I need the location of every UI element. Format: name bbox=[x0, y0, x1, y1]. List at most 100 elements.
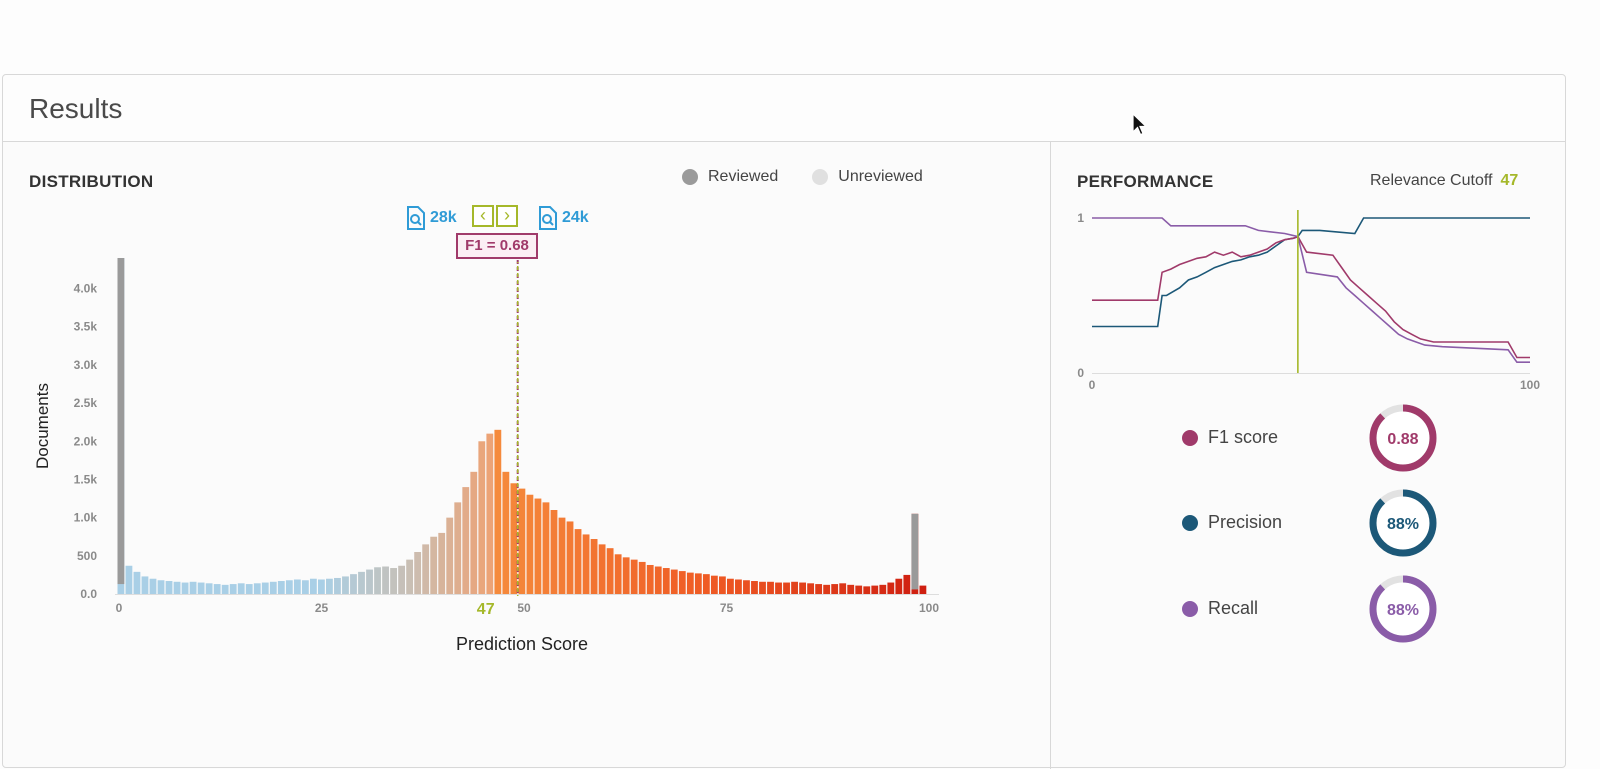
histogram-bar bbox=[670, 569, 678, 594]
histogram-bar bbox=[566, 521, 574, 594]
y-tick-label: 3.5k bbox=[74, 320, 98, 334]
histogram-bar bbox=[422, 544, 430, 594]
metric-donut: 88% bbox=[1369, 489, 1437, 557]
relevance-cutoff-label: Relevance Cutoff bbox=[1370, 172, 1493, 189]
histogram-bar bbox=[366, 569, 373, 594]
perf-y-tick-label: 1 bbox=[1077, 211, 1084, 225]
x-tick-label: 50 bbox=[517, 601, 531, 615]
histogram-bar bbox=[646, 564, 654, 594]
histogram-bar bbox=[438, 532, 446, 594]
histogram-bar bbox=[309, 578, 317, 594]
perf-y-tick-label: 0 bbox=[1077, 366, 1084, 380]
histogram-bar bbox=[783, 582, 790, 594]
metric-row: F1 score bbox=[1182, 427, 1278, 448]
performance-title: PERFORMANCE bbox=[1077, 172, 1214, 191]
histogram-bar bbox=[157, 580, 165, 594]
histogram-bar bbox=[919, 585, 927, 594]
y-tick-label: 1.0k bbox=[74, 511, 98, 525]
metric-value: 0.88 bbox=[1387, 431, 1418, 448]
histogram-bar bbox=[582, 534, 590, 594]
histogram-bar bbox=[638, 561, 646, 594]
y-tick-label: 0.0 bbox=[80, 587, 97, 601]
histogram-bar bbox=[197, 582, 205, 594]
relevance-cutoff[interactable]: Relevance Cutoff 47 bbox=[1370, 172, 1518, 190]
histogram-bar bbox=[614, 554, 622, 594]
x-tick-label: 100 bbox=[919, 601, 939, 615]
histogram-bar bbox=[358, 571, 365, 594]
distribution-chart: DocumentsPrediction Score0.05001.0k1.5k2… bbox=[33, 258, 939, 654]
metric-label: F1 score bbox=[1208, 427, 1279, 447]
histogram-bar bbox=[510, 483, 518, 594]
histogram-bar bbox=[847, 584, 855, 594]
histogram-bar bbox=[606, 548, 614, 594]
histogram-bar bbox=[229, 584, 237, 594]
histogram-bar bbox=[702, 574, 710, 594]
histogram-bar bbox=[542, 502, 550, 594]
y-tick-label: 1.5k bbox=[74, 472, 98, 486]
histogram-bar bbox=[149, 578, 157, 594]
x-axis-label: Prediction Score bbox=[456, 634, 588, 654]
histogram-bar bbox=[727, 578, 734, 594]
histogram-bar bbox=[205, 583, 213, 594]
histogram-bar bbox=[486, 433, 494, 594]
histogram-bar bbox=[550, 510, 558, 594]
histogram-bar bbox=[430, 536, 438, 594]
metric-value: 88% bbox=[1387, 602, 1419, 619]
histogram-bar bbox=[269, 581, 277, 594]
histogram-bar bbox=[406, 559, 414, 594]
metric-color-dot bbox=[1182, 600, 1198, 617]
histogram-bar bbox=[686, 572, 694, 594]
metric-donut: 88% bbox=[1369, 575, 1437, 643]
histogram-bar bbox=[751, 581, 758, 594]
histogram-bar bbox=[871, 585, 879, 594]
histogram-bar bbox=[887, 582, 895, 594]
histogram-bar bbox=[446, 517, 454, 594]
perf-x-tick-label: 0 bbox=[1089, 378, 1096, 392]
histogram-bar bbox=[478, 441, 486, 594]
histogram-bar bbox=[261, 582, 269, 594]
reviewed-bar-segment bbox=[911, 513, 919, 590]
histogram-bar bbox=[285, 580, 293, 594]
histogram-bar bbox=[718, 576, 726, 594]
x-tick-label: 25 bbox=[315, 601, 329, 615]
histogram-bar bbox=[775, 582, 782, 594]
histogram-bar bbox=[301, 580, 309, 594]
histogram-bar bbox=[879, 584, 887, 594]
histogram-bar bbox=[382, 566, 389, 594]
histogram-bar bbox=[710, 575, 718, 594]
histogram-bar bbox=[494, 429, 502, 594]
histogram-bar bbox=[735, 579, 742, 594]
histogram-bar bbox=[767, 581, 774, 594]
relevance-cutoff-value: 47 bbox=[1500, 172, 1519, 189]
histogram-bar bbox=[277, 581, 285, 594]
perf-x-tick-label: 100 bbox=[1520, 378, 1540, 392]
metric-color-dot bbox=[1182, 429, 1198, 446]
histogram-bar bbox=[141, 576, 149, 594]
histogram-bar bbox=[526, 494, 534, 594]
histogram-bar bbox=[574, 529, 582, 594]
histogram-bar bbox=[759, 581, 766, 594]
metric-label: Precision bbox=[1208, 512, 1283, 532]
histogram-bar bbox=[221, 584, 229, 594]
histogram-bar bbox=[678, 571, 686, 594]
histogram-bar bbox=[558, 517, 566, 594]
y-tick-label: 3.0k bbox=[74, 358, 98, 372]
y-tick-label: 500 bbox=[77, 549, 97, 563]
histogram-bar bbox=[743, 580, 750, 594]
histogram-bar bbox=[189, 581, 197, 594]
histogram-bar bbox=[855, 585, 863, 594]
section-divider bbox=[1050, 142, 1051, 769]
perf-series-line bbox=[1092, 217, 1530, 363]
histogram-bar bbox=[293, 579, 301, 594]
histogram-bar bbox=[799, 582, 807, 594]
metric-label: Recall bbox=[1208, 598, 1259, 618]
perf-series-line bbox=[1092, 235, 1530, 359]
histogram-bar bbox=[317, 579, 325, 594]
x-tick-label: 75 bbox=[720, 601, 734, 615]
histogram-bar bbox=[839, 583, 847, 594]
x-tick-label: 0 bbox=[116, 601, 123, 615]
histogram-bar bbox=[502, 471, 510, 594]
histogram-bar bbox=[518, 488, 526, 594]
histogram-bar bbox=[390, 568, 397, 594]
metric-color-dot bbox=[1182, 514, 1198, 531]
